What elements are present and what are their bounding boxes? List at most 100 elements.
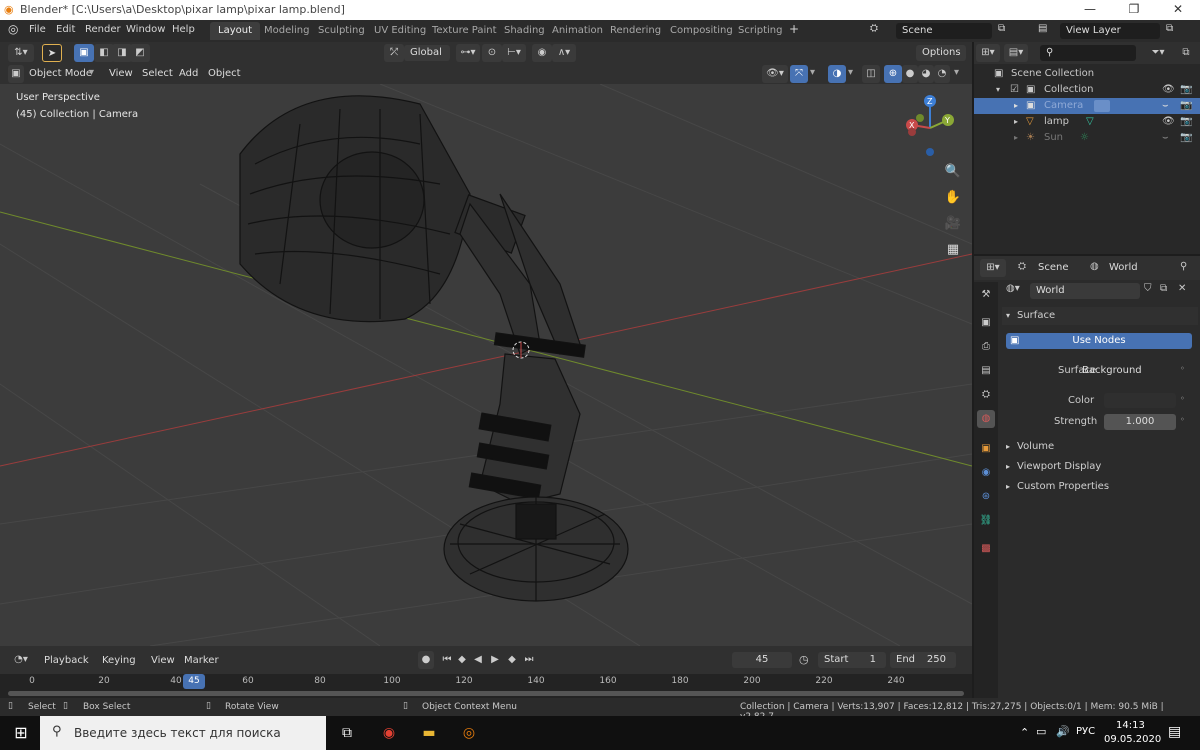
volume-icon[interactable]: 🔊 <box>1056 725 1070 738</box>
next-keyframe-icon[interactable]: ◆ <box>505 651 519 669</box>
workspace-tab-sculpting[interactable]: Sculpting <box>310 22 373 40</box>
falloff-icon[interactable]: ∧▾ <box>552 44 576 62</box>
chrome-icon[interactable]: ◉ <box>376 720 402 746</box>
select-subtract-icon[interactable]: ◨ <box>112 44 132 62</box>
fake-user-icon[interactable]: ⛉ <box>1144 283 1152 294</box>
3d-viewport[interactable]: Z Y X User Perspective (45) Collection |… <box>0 84 972 646</box>
new-view-layer-icon[interactable]: ⧉ <box>1166 23 1173 34</box>
timeline-playhead[interactable]: 45 <box>183 674 205 689</box>
outliner-search-input[interactable]: ⚲ <box>1040 45 1136 61</box>
viewport-menu-select[interactable]: Select <box>142 68 173 79</box>
minimize-button[interactable]: — <box>1068 0 1112 20</box>
timeline-editor-type-icon[interactable]: ◔▾ <box>8 651 34 669</box>
use-nodes-button[interactable]: ▣ Use Nodes <box>1006 333 1192 349</box>
viewport-menu-view[interactable]: View <box>109 68 133 79</box>
new-collection-icon[interactable]: ⧉ <box>1176 44 1196 62</box>
camera-render-icon[interactable]: 📷 <box>1180 98 1192 114</box>
scene-tab-icon[interactable]: ⛭ <box>977 386 995 404</box>
select-box-mode-icon[interactable]: ▣ <box>74 44 94 62</box>
current-frame-field[interactable]: 45 <box>732 652 792 668</box>
strength-link-icon[interactable]: ◦ <box>1180 415 1185 424</box>
collection-visibility-icon[interactable]: 👁 <box>1162 82 1175 98</box>
menu-render[interactable]: Render <box>85 24 121 35</box>
workspace-tab-modeling[interactable]: Modeling <box>256 22 318 40</box>
play-icon[interactable]: ▶ <box>488 651 502 669</box>
lamp-visibility-icon[interactable]: 👁 <box>1162 114 1175 130</box>
end-frame-field[interactable]: End 250 <box>890 652 956 668</box>
gizmo-toggle-icon[interactable]: ⤧ <box>790 65 808 83</box>
snap-icon[interactable]: ⊙ <box>482 44 502 62</box>
menu-window[interactable]: Window <box>126 24 165 35</box>
collection-render-icon[interactable]: 📷 <box>1180 82 1192 98</box>
outliner-row-sun[interactable]: ▸ ☀ Sun ☼ ⌣ 📷 <box>974 130 1200 146</box>
properties-editor-type-icon[interactable]: ⊞▾ <box>980 259 1006 277</box>
select-intersect-icon[interactable]: ◩ <box>130 44 150 62</box>
notifications-icon[interactable]: ▤ <box>1168 724 1181 740</box>
camera-data-icon[interactable] <box>1094 100 1110 112</box>
render-tab-icon[interactable]: ▣ <box>977 314 995 332</box>
view-layer-selector[interactable]: View Layer <box>1060 23 1160 39</box>
collection-checkbox-icon[interactable]: ☑ <box>1010 82 1019 98</box>
display-mode-icon[interactable]: ▤▾ <box>1004 44 1028 62</box>
viewport-display-panel-header[interactable]: ▸ Viewport Display <box>1002 458 1198 476</box>
xray-toggle-icon[interactable]: ◫ <box>862 65 880 83</box>
color-link-icon[interactable]: ◦ <box>1180 394 1185 403</box>
select-extend-icon[interactable]: ◧ <box>94 44 114 62</box>
workspace-tab-rendering[interactable]: Rendering <box>602 22 669 40</box>
workspace-tab-animation[interactable]: Animation <box>544 22 611 40</box>
world-data-icon[interactable]: ◍▾ <box>1006 283 1020 294</box>
snap-target-icon[interactable]: ⊢▾ <box>502 44 526 62</box>
volume-panel-header[interactable]: ▸ Volume <box>1002 438 1198 456</box>
scene-selector[interactable]: Scene <box>896 23 992 39</box>
options-dropdown[interactable]: Options <box>916 45 966 61</box>
shading-chevron-down-icon[interactable]: ▾ <box>954 67 959 78</box>
overlay-toggle-icon[interactable]: ◑ <box>828 65 846 83</box>
modifier-tab-icon[interactable]: ◉ <box>977 464 995 482</box>
lamp-mesh-data-icon[interactable]: ▽ <box>1086 114 1094 130</box>
outliner-row-collection[interactable]: ▾ ☑ ▣ Collection 👁 📷 <box>974 82 1200 98</box>
clock-icon[interactable]: ◷ <box>799 653 809 666</box>
jump-end-icon[interactable]: ⏭ <box>522 651 536 669</box>
workspace-tab-compositing[interactable]: Compositing <box>662 22 741 40</box>
new-scene-icon[interactable]: ⧉ <box>998 23 1005 34</box>
duplicate-world-icon[interactable]: ⧉ <box>1160 283 1167 294</box>
network-icon[interactable]: ▭ <box>1036 725 1046 738</box>
timeline-menu-keying[interactable]: Keying <box>102 655 136 666</box>
wireframe-shading-icon[interactable]: ⊕ <box>884 65 902 83</box>
camera-view-icon[interactable]: 🎥 <box>941 212 965 236</box>
filter-icon[interactable]: ⏷▾ <box>1146 44 1170 62</box>
camera-visibility-icon[interactable]: ⌣ <box>1162 98 1169 114</box>
start-frame-field[interactable]: Start 1 <box>818 652 886 668</box>
record-icon[interactable]: ● <box>418 651 434 669</box>
workspace-tab-scripting[interactable]: Scripting <box>730 22 790 40</box>
close-button[interactable]: ✕ <box>1156 0 1200 20</box>
custom-properties-panel-header[interactable]: ▸ Custom Properties <box>1002 478 1198 496</box>
menu-edit[interactable]: Edit <box>56 24 75 35</box>
windows-start-icon[interactable]: ⊞ <box>8 720 34 746</box>
proportional-edit-icon[interactable]: ◉ <box>532 44 552 62</box>
blender-taskbar-icon[interactable]: ◎ <box>456 720 482 746</box>
constraints-tab-icon[interactable]: ⛓ <box>977 512 995 530</box>
visibility-icon[interactable]: 👁▾ <box>762 65 788 83</box>
camera-expand-icon[interactable]: ▸ <box>1014 98 1018 114</box>
collection-expand-icon[interactable]: ▾ <box>996 82 1000 98</box>
sun-light-data-icon[interactable]: ☼ <box>1080 130 1089 146</box>
navigation-gizmo[interactable]: Z Y X <box>906 95 954 156</box>
maximize-button[interactable]: ❐ <box>1112 0 1156 20</box>
taskbar-search-box[interactable]: ⚲ Введите здесь текст для поиска <box>40 716 326 750</box>
sun-expand-icon[interactable]: ▸ <box>1014 130 1018 146</box>
outliner-row-lamp[interactable]: ▸ ▽ lamp ▽ 👁 📷 <box>974 114 1200 130</box>
zoom-icon[interactable]: 🔍 <box>941 160 965 184</box>
physics-tab-icon[interactable]: ⊛ <box>977 488 995 506</box>
pin-icon[interactable]: ⚲ <box>1180 261 1187 272</box>
outliner-editor-type-icon[interactable]: ⊞▾ <box>976 44 1000 62</box>
object-mode-dropdown[interactable]: Object Mode <box>29 68 92 79</box>
view-layer-tab-icon[interactable]: ▤ <box>977 362 995 380</box>
timeline-scrollbar[interactable] <box>8 691 964 696</box>
sun-visibility-icon[interactable]: ⌣ <box>1162 130 1169 146</box>
tray-chevron-up-icon[interactable]: ⌃ <box>1020 726 1029 739</box>
blender-menu-icon[interactable]: ◎ <box>8 22 18 36</box>
mode-chevron-down-icon[interactable]: ▾ <box>89 67 94 78</box>
outliner-row-scene-collection[interactable]: ▣ Scene Collection <box>974 66 1200 82</box>
editor-type-icon[interactable]: ⇅▾ <box>8 44 34 62</box>
